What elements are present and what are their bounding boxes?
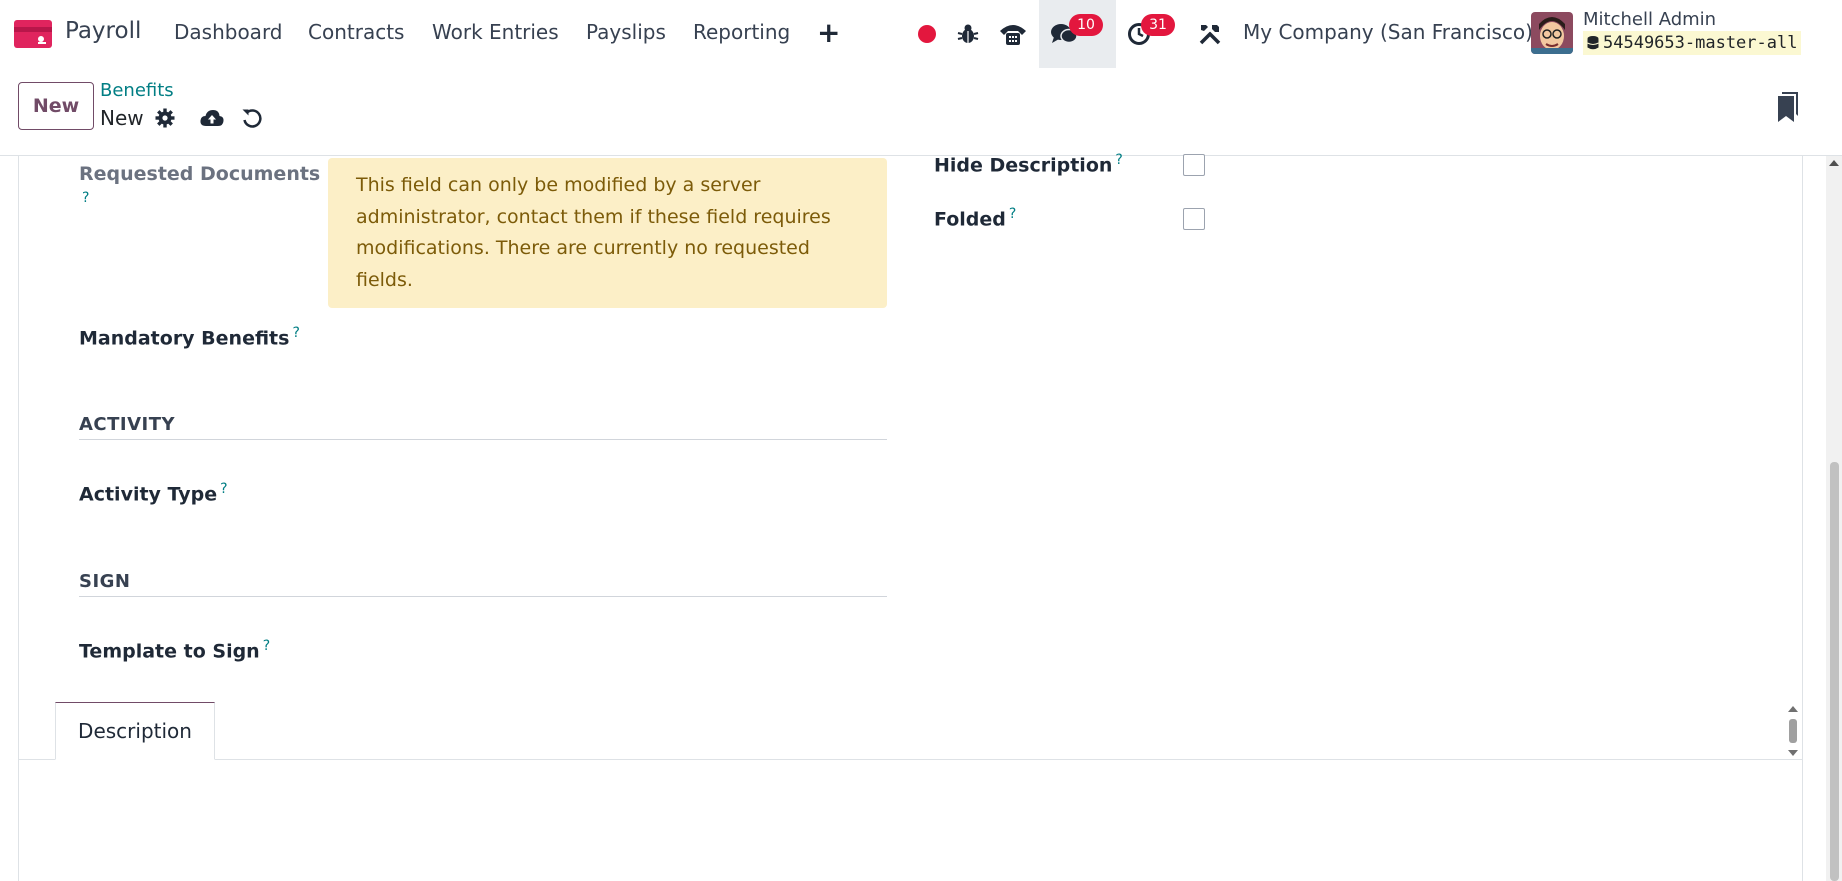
requested-documents-label: Requested Documents	[79, 163, 320, 185]
menu-reporting[interactable]: Reporting	[693, 20, 790, 44]
scrollbar-thumb[interactable]	[1830, 462, 1839, 881]
bookmark-icon[interactable]	[1776, 92, 1800, 124]
page-scrollbar[interactable]	[1826, 156, 1842, 881]
database-label: 54549653-master-all	[1603, 33, 1798, 53]
tabs-divider	[18, 759, 1803, 760]
folded-checkbox[interactable]	[1183, 208, 1205, 230]
hide-description-text: Hide Description	[934, 154, 1113, 177]
template-to-sign-text: Template to Sign	[79, 640, 260, 663]
messages-badge: 10	[1069, 14, 1103, 36]
folded-label: Folded?	[934, 206, 1016, 230]
control-panel: New Benefits New	[0, 68, 1842, 156]
tools-icon[interactable]	[1192, 16, 1228, 52]
requested-documents-text: Requested Documents	[79, 163, 321, 185]
menu-payslips[interactable]: Payslips	[586, 20, 666, 44]
hide-description-label: Hide Description?	[934, 152, 1123, 176]
template-to-sign-help[interactable]: ?	[263, 638, 270, 654]
activity-type-text: Activity Type	[79, 483, 218, 506]
activities-badge: 31	[1141, 14, 1175, 36]
form-sheet	[18, 156, 1803, 881]
company-switcher[interactable]: My Company (San Francisco)	[1243, 20, 1533, 44]
tabs-scrollbar[interactable]	[1786, 703, 1800, 759]
folded-text: Folded	[934, 208, 1006, 231]
requested-documents-help[interactable]: ?	[82, 190, 89, 206]
activity-type-help[interactable]: ?	[220, 481, 227, 497]
hide-description-help[interactable]: ?	[1115, 152, 1122, 168]
sign-section-title: SIGN	[79, 571, 887, 597]
scroll-down-arrow-icon[interactable]	[1788, 750, 1798, 756]
scrollbar-thumb[interactable]	[1789, 719, 1797, 743]
activity-type-label: Activity Type?	[79, 481, 228, 505]
breadcrumb-benefits[interactable]: Benefits	[100, 80, 174, 101]
mandatory-benefits-text: Mandatory Benefits	[79, 327, 290, 350]
cloud-upload-icon[interactable]	[199, 106, 225, 130]
menu-work-entries[interactable]: Work Entries	[432, 20, 559, 44]
hide-description-checkbox[interactable]	[1183, 154, 1205, 176]
avatar[interactable]	[1531, 12, 1573, 54]
mandatory-benefits-help[interactable]: ?	[292, 325, 299, 341]
plus-icon[interactable]: +	[817, 16, 840, 49]
menu-contracts[interactable]: Contracts	[308, 20, 404, 44]
phone-icon[interactable]	[995, 16, 1031, 52]
scroll-up-arrow-icon[interactable]	[1829, 160, 1839, 166]
menu-dashboard[interactable]: Dashboard	[174, 20, 283, 44]
activity-section-title: ACTIVITY	[79, 414, 887, 440]
tab-description[interactable]: Description	[55, 702, 215, 760]
folded-help[interactable]: ?	[1009, 206, 1016, 222]
database-name: 54549653-master-all	[1583, 31, 1802, 55]
database-icon	[1587, 36, 1599, 50]
record-dot-icon[interactable]	[909, 16, 945, 52]
top-navbar: Payroll Dashboard Contracts Work Entries…	[0, 0, 1842, 68]
template-to-sign-label: Template to Sign?	[79, 638, 270, 662]
breadcrumb-current: New	[100, 106, 144, 130]
payroll-app-icon[interactable]	[14, 20, 52, 48]
undo-icon[interactable]	[240, 106, 264, 130]
user-name[interactable]: Mitchell Admin	[1583, 9, 1716, 30]
bug-icon[interactable]	[950, 16, 986, 52]
mandatory-benefits-label: Mandatory Benefits?	[79, 325, 300, 349]
requested-documents-alert: This field can only be modified by a ser…	[328, 158, 887, 308]
gear-icon[interactable]	[153, 106, 177, 130]
scroll-up-arrow-icon[interactable]	[1788, 706, 1798, 712]
app-name[interactable]: Payroll	[65, 18, 141, 44]
new-button[interactable]: New	[18, 82, 94, 130]
